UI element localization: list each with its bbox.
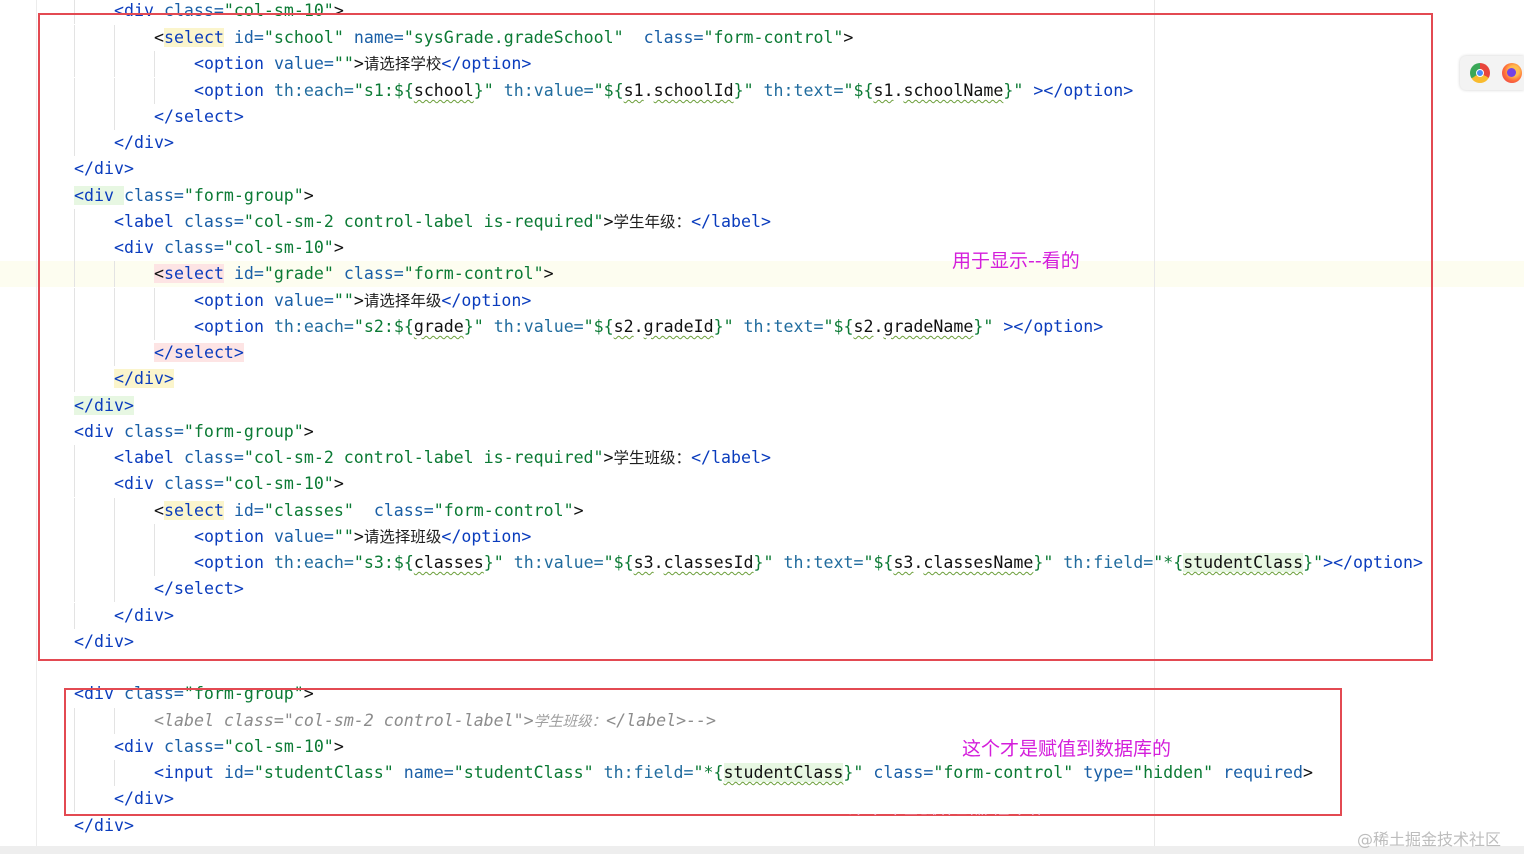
cropped-annotation-fragment: 这个才是赋值到数据库的: [848, 813, 1046, 834]
chrome-icon[interactable]: [1470, 63, 1490, 83]
firefox-icon[interactable]: [1502, 63, 1522, 83]
database-annotation: 这个才是赋值到数据库的: [962, 738, 1172, 760]
display-select-highlight-box: [38, 13, 1433, 661]
watermark: @稀土掘金技术社区: [1357, 830, 1502, 849]
horizontal-scrollbar[interactable]: [0, 846, 1524, 854]
code-line[interactable]: </div>: [0, 813, 134, 839]
browser-preview-panel: [1460, 56, 1524, 90]
display-annotation: 用于显示--看的: [952, 250, 1080, 272]
